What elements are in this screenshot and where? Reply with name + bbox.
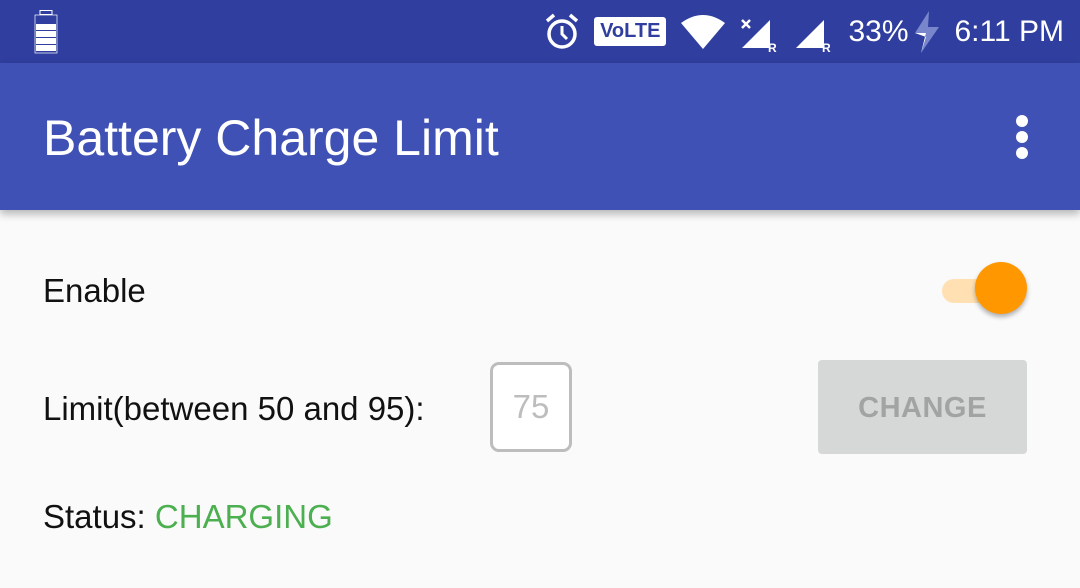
wifi-icon (681, 14, 726, 49)
status-bar: VoLTE R R 33% 6:11 PM (0, 0, 1080, 63)
status-label: Status: (43, 498, 146, 535)
app-title: Battery Charge Limit (43, 110, 499, 166)
battery-percent: 33% (848, 14, 909, 48)
clock: 6:11 PM (954, 14, 1065, 48)
limit-input[interactable]: 75 (490, 362, 572, 452)
app-bar: Battery Charge Limit (0, 63, 1080, 210)
volte-icon: VoLTE (594, 17, 667, 46)
svg-text:R: R (822, 41, 831, 52)
change-button[interactable]: CHANGE (818, 360, 1027, 454)
enable-toggle[interactable] (940, 262, 1030, 316)
signal-no-sim-roaming-icon: R (741, 18, 777, 52)
signal-roaming-icon: R (796, 19, 831, 52)
status-row: Status: CHARGING (43, 498, 333, 536)
toggle-thumb (975, 262, 1027, 314)
svg-text:R: R (768, 41, 777, 52)
battery-icon (34, 10, 58, 54)
status-value: CHARGING (154, 498, 333, 535)
limit-label: Limit(between 50 and 95): (43, 390, 425, 427)
more-vert-icon[interactable] (1006, 113, 1038, 163)
enable-label: Enable (43, 272, 146, 309)
alarm-icon (545, 13, 579, 49)
charging-bolt-icon (914, 10, 939, 53)
